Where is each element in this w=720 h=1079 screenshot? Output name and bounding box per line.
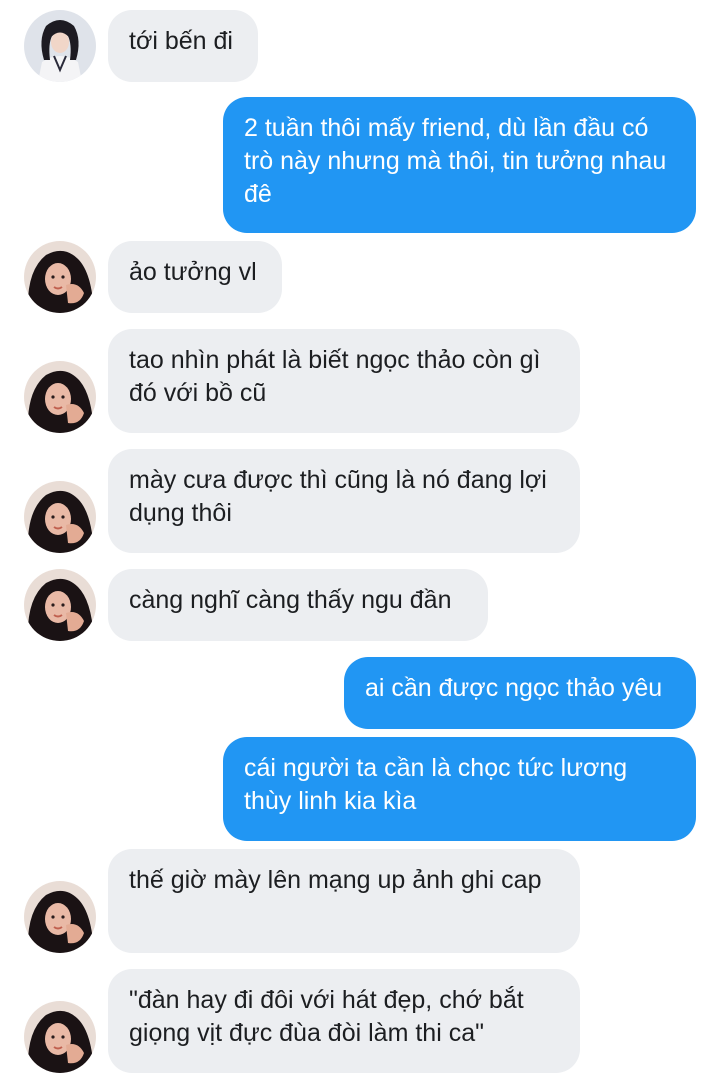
woman-portrait-avatar-icon [24,361,96,433]
message-bubble-incoming[interactable]: ảo tưởng vl [108,241,282,313]
message-bubble-incoming[interactable]: tao nhìn phát là biết ngọc thảo còn gì đ… [108,329,580,433]
woman-portrait-avatar-icon [24,881,96,953]
avatar[interactable] [24,10,96,82]
message-bubble-incoming[interactable]: mày cưa được thì cũng là nó đang lợi dụn… [108,449,580,553]
woman-portrait-avatar-icon [24,569,96,641]
avatar[interactable] [24,569,96,641]
girl-with-bangs-avatar-icon [24,10,96,82]
message-bubble-incoming[interactable]: "đàn hay đi đôi với hát đẹp, chớ bắt giọ… [108,969,580,1073]
avatar[interactable] [24,241,96,313]
message-bubble-outgoing[interactable]: 2 tuần thôi mấy friend, dù lần đầu có tr… [223,97,696,233]
woman-portrait-avatar-icon [24,1001,96,1073]
message-bubble-incoming[interactable]: thế giờ mày lên mạng up ảnh ghi cap [108,849,580,953]
avatar[interactable] [24,1001,96,1073]
avatar[interactable] [24,361,96,433]
message-bubble-incoming[interactable]: càng nghĩ càng thấy ngu đần [108,569,488,641]
avatar[interactable] [24,881,96,953]
message-bubble-incoming[interactable]: tới bến đi [108,10,258,82]
woman-portrait-avatar-icon [24,481,96,553]
avatar[interactable] [24,481,96,553]
message-bubble-outgoing[interactable]: ai cần được ngọc thảo yêu [344,657,696,729]
message-bubble-outgoing[interactable]: cái người ta cần là chọc tức lương thùy … [223,737,696,841]
woman-portrait-avatar-icon [24,241,96,313]
